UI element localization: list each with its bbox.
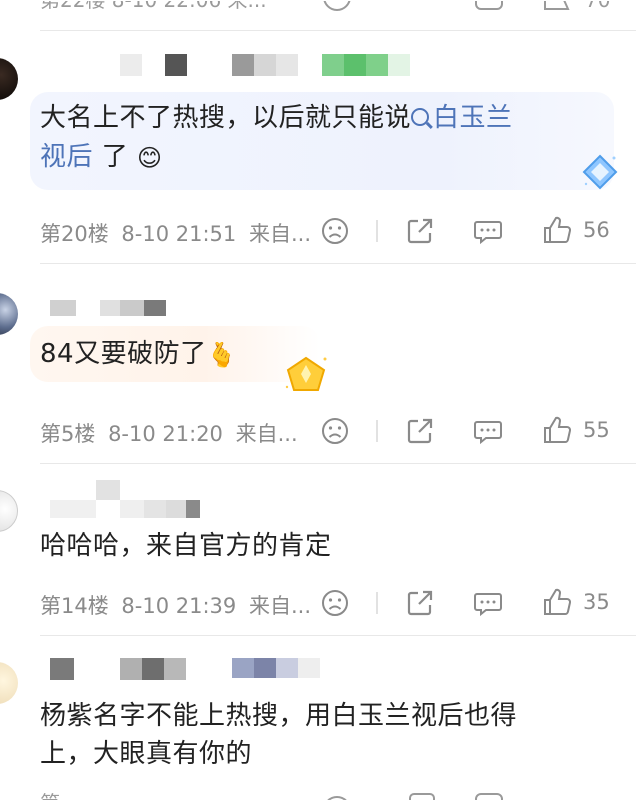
share-icon[interactable]	[405, 588, 435, 618]
comment-text: 84又要破防了🫰	[40, 334, 237, 375]
search-icon	[411, 107, 430, 126]
comment-meta: 第14楼 8-10 21:39 来自...	[40, 590, 317, 620]
comment-source: 来自...	[235, 422, 298, 446]
avatar[interactable]	[0, 490, 18, 532]
username-blurred[interactable]	[120, 54, 420, 76]
grin-emoji: 😊	[137, 143, 163, 172]
avatar[interactable]	[0, 662, 18, 704]
username-blurred[interactable]	[50, 298, 170, 320]
svg-text:第: 第	[40, 791, 60, 800]
svg-text:70: 70	[585, 1, 610, 12]
finger-heart-emoji: 🫰	[206, 340, 237, 369]
divider	[40, 263, 636, 264]
hashtag-link[interactable]: 白玉兰	[411, 103, 513, 133]
username-blurred[interactable]	[50, 658, 350, 680]
comment-source: 来自...	[248, 594, 311, 618]
separator	[376, 420, 378, 442]
comment-text: 哈哈哈，来自官方的肯定	[40, 531, 332, 561]
divider	[40, 635, 636, 636]
share-icon[interactable]	[405, 216, 435, 246]
comment-meta: 第5楼 8-10 21:20 来自...	[40, 418, 304, 448]
next-meta-partial: 第	[40, 791, 503, 800]
comment-date: 8-10 21:51	[121, 222, 237, 246]
comment-icon[interactable]	[473, 416, 503, 446]
like-count: 35	[583, 590, 610, 614]
avatar[interactable]	[0, 293, 18, 335]
comment-icon[interactable]	[473, 588, 503, 618]
star-badge-icon	[285, 356, 327, 391]
comment-text-line2: 上，大眼真有你的	[40, 739, 253, 769]
divider	[40, 30, 636, 31]
frown-face-icon[interactable]	[320, 216, 350, 246]
previous-comment-actions: 第22楼 8-10 22:06 来... 70	[0, 0, 636, 14]
thumbs-up-icon[interactable]	[542, 587, 572, 617]
floor-label: 第20楼	[40, 222, 109, 246]
comment-text: 大名上不了热搜，以后就只能说 白玉兰	[40, 103, 513, 133]
thumbs-up-icon[interactable]	[542, 215, 572, 245]
comment-date: 8-10 21:20	[108, 422, 223, 446]
comment-icon[interactable]	[473, 216, 503, 246]
username-blurred[interactable]	[50, 480, 200, 518]
separator	[376, 592, 378, 614]
separator	[376, 220, 378, 242]
hashtag-link-cont[interactable]: 视后	[40, 142, 93, 172]
floor-label: 第5楼	[40, 422, 96, 446]
frown-face-icon[interactable]	[320, 588, 350, 618]
diamond-badge-icon	[582, 154, 618, 190]
share-icon[interactable]	[405, 416, 435, 446]
previous-actions-partial: 第22楼 8-10 22:06 来... 70	[40, 0, 610, 12]
like-count: 55	[583, 418, 610, 442]
floor-label: 第14楼	[40, 594, 109, 618]
comment-text: 杨紫名字不能上热搜，用白玉兰视后也得	[40, 701, 518, 731]
svg-text:第22楼 8-10 22:06 来...: 第22楼 8-10 22:06 来...	[40, 1, 267, 12]
avatar[interactable]	[0, 58, 18, 100]
thumbs-up-icon[interactable]	[542, 415, 572, 445]
comment-text-line2: 视后 了 😊	[40, 137, 163, 178]
divider	[40, 463, 636, 464]
like-count: 56	[583, 218, 610, 242]
frown-face-icon[interactable]	[320, 416, 350, 446]
comment-source: 来自...	[248, 222, 311, 246]
comment-date: 8-10 21:39	[121, 594, 237, 618]
comment-meta: 第20楼 8-10 21:51 来自...	[40, 218, 317, 248]
